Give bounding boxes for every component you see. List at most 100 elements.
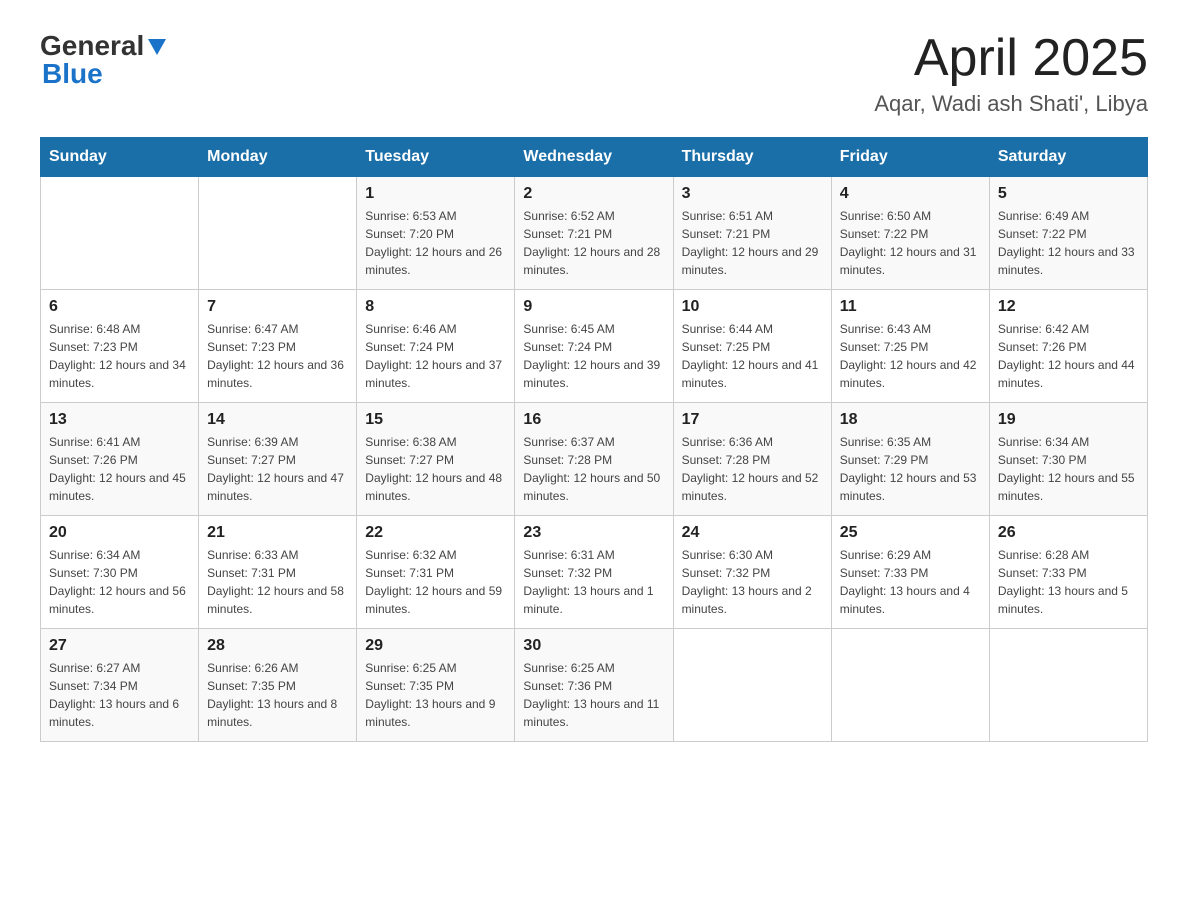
- day-number: 21: [207, 524, 348, 542]
- day-cell: 13Sunrise: 6:41 AMSunset: 7:26 PMDayligh…: [41, 403, 199, 516]
- sunrise-text: Sunrise: 6:26 AM: [207, 659, 348, 677]
- day-info: Sunrise: 6:41 AMSunset: 7:26 PMDaylight:…: [49, 433, 190, 505]
- day-number: 14: [207, 411, 348, 429]
- sunset-text: Sunset: 7:21 PM: [523, 225, 664, 243]
- sunrise-text: Sunrise: 6:48 AM: [49, 320, 190, 338]
- daylight-text: Daylight: 12 hours and 42 minutes.: [840, 356, 981, 392]
- day-cell: 12 Sunrise: 6:42 AMSunset: 7:26 PMDayligh…: [989, 290, 1147, 403]
- day-cell: 27 Sunrise: 6:27 AMSunset: 7:34 PMDayligh…: [41, 629, 199, 742]
- sunrise-text: Sunrise: 6:25 AM: [523, 659, 664, 677]
- day-info: Sunrise: 6:53 AMSunset: 7:20 PMDaylight:…: [365, 207, 506, 279]
- logo-triangle-icon: [146, 35, 168, 57]
- day-cell: [831, 629, 989, 742]
- sunset-text: Sunset: 7:28 PM: [523, 451, 664, 469]
- sunrise-text: Sunrise: 6:33 AM: [207, 546, 348, 564]
- day-cell: 21 Sunrise: 6:33 AMSunset: 7:31 PMDayligh…: [199, 516, 357, 629]
- weekday-header-sunday: Sunday: [41, 138, 199, 177]
- daylight-text: Daylight: 12 hours and 44 minutes.: [998, 356, 1139, 392]
- day-cell: 10 Sunrise: 6:44 AMSunset: 7:25 PMDayligh…: [673, 290, 831, 403]
- day-cell: [673, 629, 831, 742]
- day-cell: 7Sunrise: 6:47 AMSunset: 7:23 PMDaylight…: [199, 290, 357, 403]
- day-cell: 5Sunrise: 6:49 AMSunset: 7:22 PMDaylight…: [989, 177, 1147, 290]
- logo-blue-text: Blue: [42, 58, 103, 89]
- daylight-text: Daylight: 12 hours and 28 minutes.: [523, 243, 664, 279]
- day-number: 12: [998, 298, 1139, 316]
- daylight-text: Daylight: 13 hours and 8 minutes.: [207, 695, 348, 731]
- sunrise-text: Sunrise: 6:43 AM: [840, 320, 981, 338]
- week-row-2: 6Sunrise: 6:48 AMSunset: 7:23 PMDaylight…: [41, 290, 1148, 403]
- day-number: 22: [365, 524, 506, 542]
- sunset-text: Sunset: 7:22 PM: [998, 225, 1139, 243]
- day-info: Sunrise: 6:42 AMSunset: 7:26 PMDaylight:…: [998, 320, 1139, 392]
- sunset-text: Sunset: 7:20 PM: [365, 225, 506, 243]
- sunset-text: Sunset: 7:26 PM: [998, 338, 1139, 356]
- daylight-text: Daylight: 12 hours and 36 minutes.: [207, 356, 348, 392]
- day-info: Sunrise: 6:37 AMSunset: 7:28 PMDaylight:…: [523, 433, 664, 505]
- daylight-text: Daylight: 13 hours and 11 minutes.: [523, 695, 664, 731]
- day-cell: 1Sunrise: 6:53 AMSunset: 7:20 PMDaylight…: [357, 177, 515, 290]
- sunset-text: Sunset: 7:31 PM: [365, 564, 506, 582]
- day-info: Sunrise: 6:45 AMSunset: 7:24 PMDaylight:…: [523, 320, 664, 392]
- day-cell: 2Sunrise: 6:52 AMSunset: 7:21 PMDaylight…: [515, 177, 673, 290]
- daylight-text: Daylight: 12 hours and 48 minutes.: [365, 469, 506, 505]
- day-number: 19: [998, 411, 1139, 429]
- daylight-text: Daylight: 12 hours and 33 minutes.: [998, 243, 1139, 279]
- day-cell: 8Sunrise: 6:46 AMSunset: 7:24 PMDaylight…: [357, 290, 515, 403]
- sunset-text: Sunset: 7:26 PM: [49, 451, 190, 469]
- day-cell: 17Sunrise: 6:36 AMSunset: 7:28 PMDayligh…: [673, 403, 831, 516]
- day-cell: 18Sunrise: 6:35 AMSunset: 7:29 PMDayligh…: [831, 403, 989, 516]
- daylight-text: Daylight: 13 hours and 2 minutes.: [682, 582, 823, 618]
- day-info: Sunrise: 6:39 AMSunset: 7:27 PMDaylight:…: [207, 433, 348, 505]
- daylight-text: Daylight: 12 hours and 29 minutes.: [682, 243, 823, 279]
- sunset-text: Sunset: 7:24 PM: [365, 338, 506, 356]
- day-info: Sunrise: 6:44 AMSunset: 7:25 PMDaylight:…: [682, 320, 823, 392]
- page-header: General Blue April 2025 Aqar, Wadi ash S…: [40, 30, 1148, 117]
- day-info: Sunrise: 6:27 AMSunset: 7:34 PMDaylight:…: [49, 659, 190, 731]
- location-title: Aqar, Wadi ash Shati', Libya: [874, 91, 1148, 117]
- sunset-text: Sunset: 7:30 PM: [49, 564, 190, 582]
- day-number: 8: [365, 298, 506, 316]
- daylight-text: Daylight: 12 hours and 52 minutes.: [682, 469, 823, 505]
- sunrise-text: Sunrise: 6:47 AM: [207, 320, 348, 338]
- title-block: April 2025 Aqar, Wadi ash Shati', Libya: [874, 30, 1148, 117]
- day-cell: 22 Sunrise: 6:32 AMSunset: 7:31 PMDayligh…: [357, 516, 515, 629]
- sunset-text: Sunset: 7:29 PM: [840, 451, 981, 469]
- day-info: Sunrise: 6:52 AMSunset: 7:21 PMDaylight:…: [523, 207, 664, 279]
- day-info: Sunrise: 6:25 AMSunset: 7:35 PMDaylight:…: [365, 659, 506, 731]
- sunrise-text: Sunrise: 6:32 AM: [365, 546, 506, 564]
- sunrise-text: Sunrise: 6:36 AM: [682, 433, 823, 451]
- week-row-5: 27 Sunrise: 6:27 AMSunset: 7:34 PMDayligh…: [41, 629, 1148, 742]
- day-cell: 29Sunrise: 6:25 AMSunset: 7:35 PMDayligh…: [357, 629, 515, 742]
- logo: General Blue: [40, 30, 168, 90]
- day-number: 27: [49, 637, 190, 655]
- daylight-text: Daylight: 13 hours and 4 minutes.: [840, 582, 981, 618]
- day-number: 25: [840, 524, 981, 542]
- sunset-text: Sunset: 7:35 PM: [207, 677, 348, 695]
- day-info: Sunrise: 6:29 AMSunset: 7:33 PMDaylight:…: [840, 546, 981, 618]
- day-info: Sunrise: 6:49 AMSunset: 7:22 PMDaylight:…: [998, 207, 1139, 279]
- day-cell: [989, 629, 1147, 742]
- weekday-header-row: SundayMondayTuesdayWednesdayThursdayFrid…: [41, 138, 1148, 177]
- day-number: 20: [49, 524, 190, 542]
- day-info: Sunrise: 6:30 AMSunset: 7:32 PMDaylight:…: [682, 546, 823, 618]
- sunset-text: Sunset: 7:21 PM: [682, 225, 823, 243]
- day-cell: [41, 177, 199, 290]
- day-info: Sunrise: 6:32 AMSunset: 7:31 PMDaylight:…: [365, 546, 506, 618]
- daylight-text: Daylight: 13 hours and 1 minute.: [523, 582, 664, 618]
- daylight-text: Daylight: 13 hours and 9 minutes.: [365, 695, 506, 731]
- sunset-text: Sunset: 7:23 PM: [49, 338, 190, 356]
- day-number: 4: [840, 185, 981, 203]
- day-cell: 11Sunrise: 6:43 AMSunset: 7:25 PMDayligh…: [831, 290, 989, 403]
- day-number: 11: [840, 298, 981, 316]
- day-cell: 3Sunrise: 6:51 AMSunset: 7:21 PMDaylight…: [673, 177, 831, 290]
- day-info: Sunrise: 6:31 AMSunset: 7:32 PMDaylight:…: [523, 546, 664, 618]
- day-info: Sunrise: 6:33 AMSunset: 7:31 PMDaylight:…: [207, 546, 348, 618]
- week-row-4: 20Sunrise: 6:34 AMSunset: 7:30 PMDayligh…: [41, 516, 1148, 629]
- day-cell: 28Sunrise: 6:26 AMSunset: 7:35 PMDayligh…: [199, 629, 357, 742]
- day-cell: 23Sunrise: 6:31 AMSunset: 7:32 PMDayligh…: [515, 516, 673, 629]
- sunset-text: Sunset: 7:32 PM: [682, 564, 823, 582]
- day-number: 10: [682, 298, 823, 316]
- day-info: Sunrise: 6:47 AMSunset: 7:23 PMDaylight:…: [207, 320, 348, 392]
- day-number: 17: [682, 411, 823, 429]
- sunrise-text: Sunrise: 6:34 AM: [998, 433, 1139, 451]
